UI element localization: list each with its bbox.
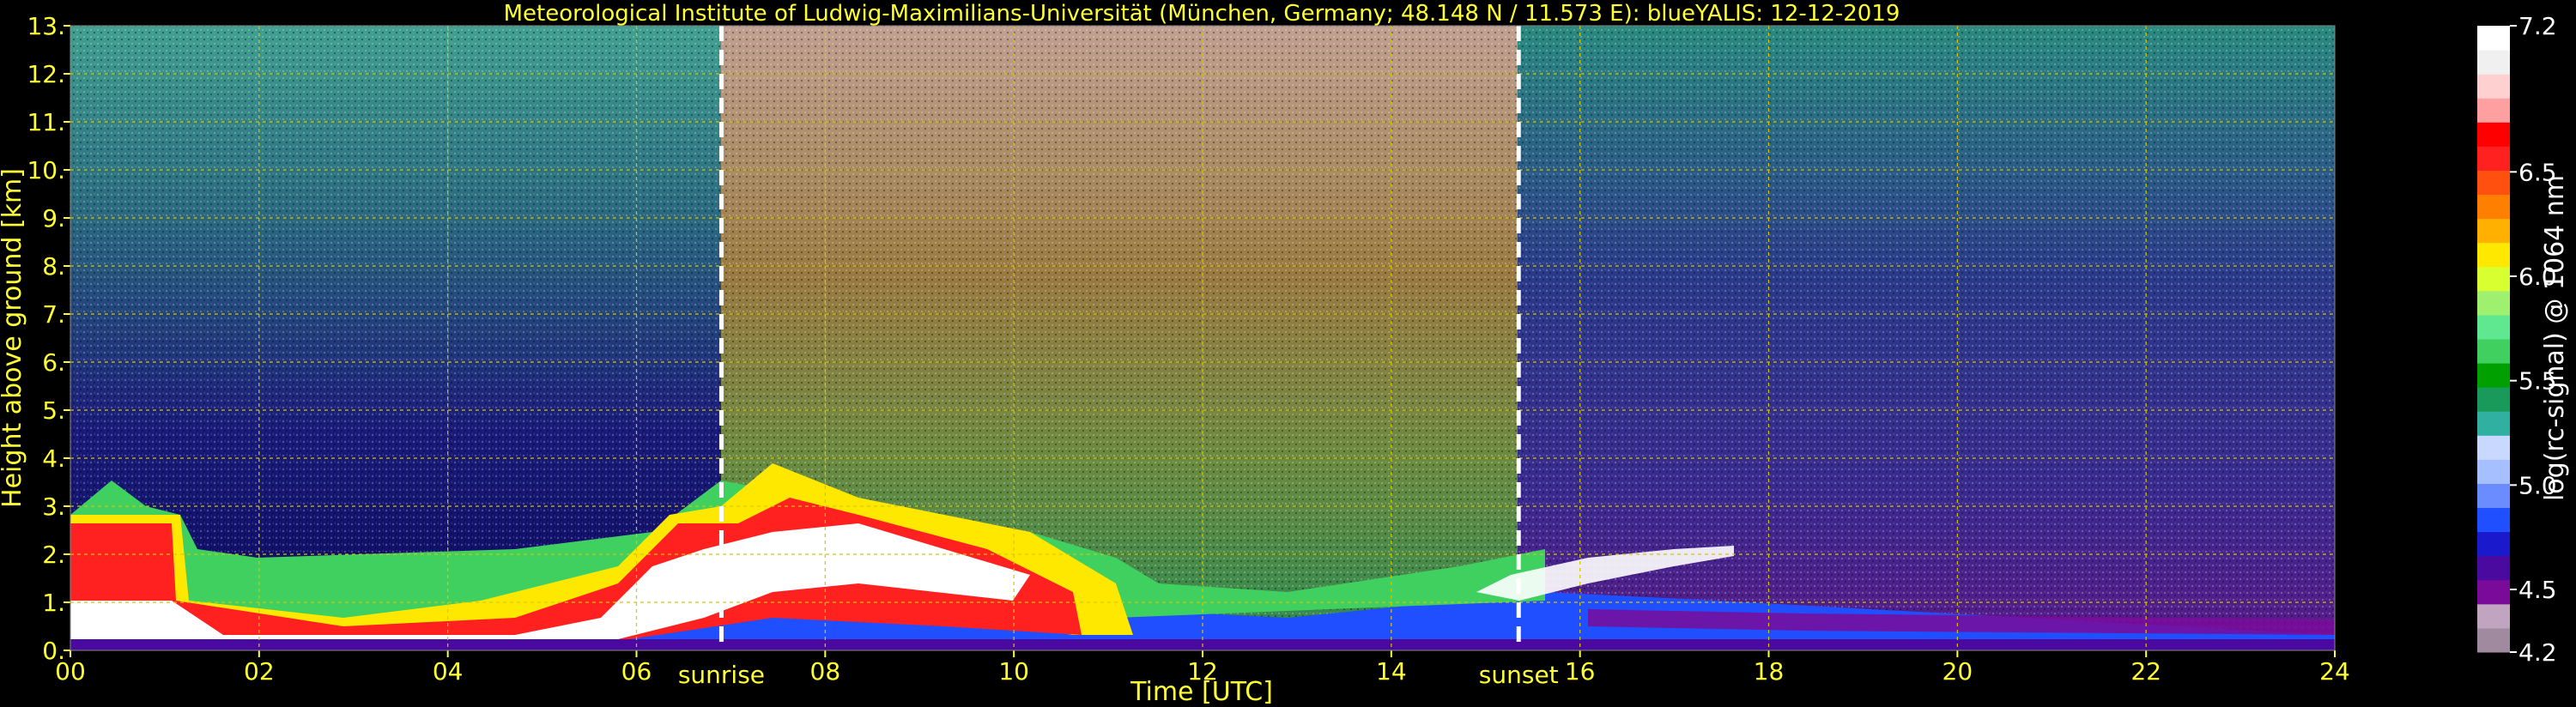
- x-tick-label: 06: [621, 657, 652, 686]
- colorbar-swatch: [2477, 555, 2510, 581]
- y-axis-label: Height above ground [km]: [0, 168, 27, 508]
- colorbar-swatch: [2477, 290, 2510, 316]
- y-tick-label: 5.: [42, 396, 65, 425]
- colorbar-tick-label: 4.2: [2518, 638, 2557, 667]
- lidar-chart: Meteorological Institute of Ludwig-Maxim…: [0, 1, 2570, 707]
- colorbar-swatch: [2477, 363, 2510, 388]
- sun-marker-label: sunset: [1479, 661, 1559, 689]
- colorbar-swatch: [2477, 242, 2510, 268]
- colorbar-swatch: [2477, 218, 2510, 244]
- y-tick-label: 9.: [42, 204, 65, 233]
- y-tick-label: 0.: [42, 637, 65, 665]
- x-tick-label: 20: [1943, 657, 1973, 686]
- y-axis-ticks: 0. 1. 2. 3. 4. 5. 6. 7. 8. 9. 10. 11. 12. 13.: [27, 12, 70, 665]
- x-tick-label: 10: [998, 657, 1029, 686]
- x-tick-label: 24: [2319, 657, 2350, 686]
- colorbar-swatch: [2477, 507, 2510, 533]
- x-tick-label: 08: [810, 657, 841, 686]
- colorbar-swatch: [2477, 387, 2510, 412]
- y-tick-label: 3.: [42, 492, 65, 521]
- colorbar-swatch: [2477, 122, 2510, 147]
- y-tick-label: 7.: [42, 300, 65, 329]
- x-tick-label: 04: [433, 657, 464, 686]
- colorbar-swatch: [2477, 339, 2510, 364]
- colorbar-swatch: [2477, 627, 2510, 653]
- x-tick-label: 14: [1376, 657, 1407, 686]
- colorbar-swatch: [2477, 26, 2510, 51]
- x-axis-label: Time [UTC]: [1130, 677, 1273, 707]
- colorbar-swatch: [2477, 459, 2510, 484]
- x-tick-label: 18: [1754, 657, 1785, 686]
- y-tick-label: 2.: [42, 541, 65, 569]
- y-tick-label: 12.: [27, 60, 65, 88]
- colorbar-swatch: [2477, 146, 2510, 171]
- colorbar-swatch: [2477, 483, 2510, 509]
- y-tick-label: 10.: [27, 156, 65, 184]
- y-tick-label: 8.: [42, 252, 65, 281]
- colorbar-label: log(rc-signal) @ 1064 nm: [2540, 175, 2570, 501]
- colorbar-swatch: [2477, 266, 2510, 292]
- colorbar-tick-label: 4.5: [2518, 576, 2557, 604]
- colorbar: [2477, 26, 2510, 653]
- y-tick-label: 13.: [27, 12, 65, 40]
- colorbar-swatch: [2477, 170, 2510, 196]
- colorbar-swatch: [2477, 98, 2510, 123]
- x-tick-label: 22: [2131, 657, 2161, 686]
- colorbar-swatch: [2477, 603, 2510, 629]
- colorbar-swatch: [2477, 74, 2510, 99]
- colorbar-swatch: [2477, 435, 2510, 460]
- x-tick-label: 16: [1565, 657, 1596, 686]
- y-tick-label: 6.: [42, 348, 65, 377]
- colorbar-swatch: [2477, 314, 2510, 340]
- chart-title: Meteorological Institute of Ludwig-Maxim…: [504, 1, 1900, 27]
- y-tick-label: 4.: [42, 444, 65, 473]
- x-tick-label: 02: [244, 657, 275, 686]
- colorbar-swatch: [2477, 194, 2510, 220]
- y-tick-label: 11.: [27, 108, 65, 136]
- colorbar-swatch: [2477, 531, 2510, 557]
- sun-marker-label: sunrise: [678, 661, 765, 689]
- y-tick-label: 1.: [42, 589, 65, 617]
- colorbar-swatch: [2477, 50, 2510, 75]
- colorbar-swatch: [2477, 411, 2510, 436]
- colorbar-swatch: [2477, 579, 2510, 605]
- colorbar-tick-label: 7.2: [2518, 12, 2557, 40]
